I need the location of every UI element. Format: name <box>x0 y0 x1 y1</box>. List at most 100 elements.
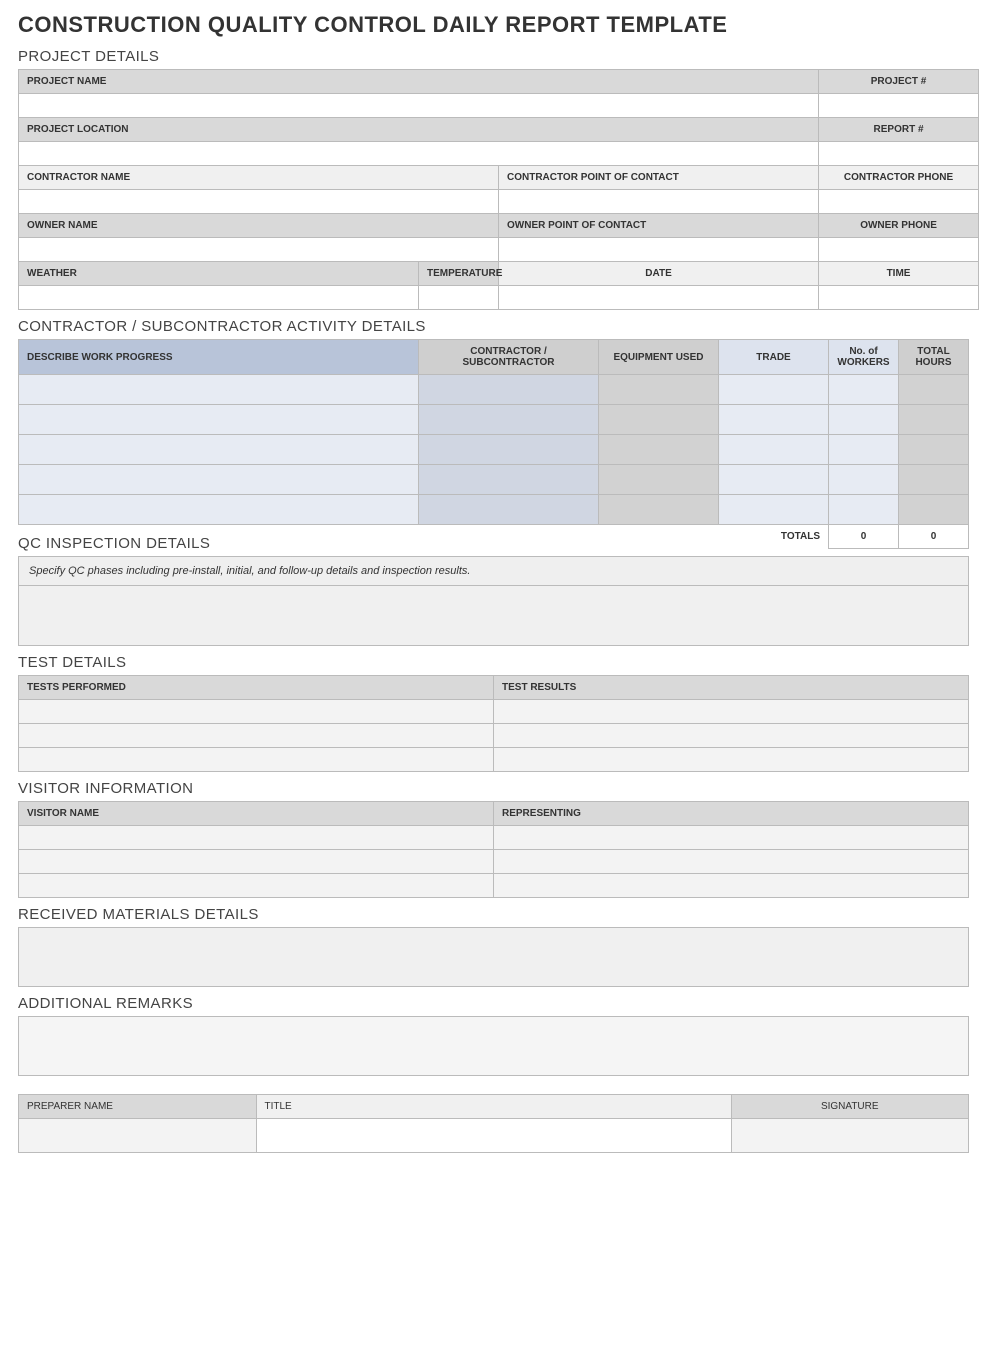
activity-equipment-input[interactable] <box>599 435 719 465</box>
weather-input[interactable] <box>19 286 419 310</box>
test-results-input[interactable] <box>494 748 969 772</box>
contractor-poc-input[interactable] <box>499 190 819 214</box>
activity-progress-input[interactable] <box>19 405 419 435</box>
contractor-phone-input[interactable] <box>819 190 979 214</box>
section-materials: RECEIVED MATERIALS DETAILS <box>18 906 969 923</box>
activity-row <box>19 375 969 405</box>
activity-header-trade: TRADE <box>719 340 829 375</box>
activity-workers-input[interactable] <box>829 495 899 525</box>
project-name-label: PROJECT NAME <box>19 70 819 94</box>
contractor-phone-label: CONTRACTOR PHONE <box>819 166 979 190</box>
owner-name-input[interactable] <box>19 238 499 262</box>
section-test: TEST DETAILS <box>18 654 969 671</box>
activity-contractor-input[interactable] <box>419 405 599 435</box>
section-qc: QC INSPECTION DETAILS <box>18 535 969 552</box>
visitor-rep-input[interactable] <box>494 826 969 850</box>
visitor-rep-input[interactable] <box>494 874 969 898</box>
activity-workers-input[interactable] <box>829 405 899 435</box>
contractor-name-label: CONTRACTOR NAME <box>19 166 499 190</box>
qc-note: Specify QC phases including pre-install,… <box>19 557 969 586</box>
preparer-input[interactable] <box>19 1119 257 1153</box>
materials-body-input[interactable] <box>18 927 969 987</box>
test-results-input[interactable] <box>494 700 969 724</box>
project-name-input[interactable] <box>19 94 819 118</box>
test-performed-input[interactable] <box>19 724 494 748</box>
remarks-body-input[interactable] <box>18 1016 969 1076</box>
owner-name-label: OWNER NAME <box>19 214 499 238</box>
report-number-input[interactable] <box>819 142 979 166</box>
activity-contractor-input[interactable] <box>419 465 599 495</box>
owner-poc-label: OWNER POINT OF CONTACT <box>499 214 819 238</box>
activity-workers-input[interactable] <box>829 375 899 405</box>
activity-hours-input[interactable] <box>899 405 969 435</box>
activity-table: DESCRIBE WORK PROGRESS CONTRACTOR / SUBC… <box>18 339 969 549</box>
visitor-table: VISITOR NAME REPRESENTING <box>18 801 969 898</box>
project-location-input[interactable] <box>19 142 819 166</box>
activity-trade-input[interactable] <box>719 375 829 405</box>
owner-phone-input[interactable] <box>819 238 979 262</box>
activity-equipment-input[interactable] <box>599 375 719 405</box>
time-input[interactable] <box>819 286 979 310</box>
activity-workers-input[interactable] <box>829 465 899 495</box>
owner-poc-input[interactable] <box>499 238 819 262</box>
activity-hours-input[interactable] <box>899 495 969 525</box>
preparer-label: PREPARER NAME <box>19 1095 257 1119</box>
visitor-header-rep: REPRESENTING <box>494 802 969 826</box>
date-label: DATE <box>499 262 819 286</box>
activity-trade-input[interactable] <box>719 465 829 495</box>
date-input[interactable] <box>499 286 819 310</box>
activity-row <box>19 465 969 495</box>
activity-equipment-input[interactable] <box>599 465 719 495</box>
title-input[interactable] <box>256 1119 731 1153</box>
activity-hours-input[interactable] <box>899 435 969 465</box>
activity-trade-input[interactable] <box>719 435 829 465</box>
page-title: CONSTRUCTION QUALITY CONTROL DAILY REPOR… <box>18 12 969 38</box>
temperature-input[interactable] <box>419 286 499 310</box>
activity-row <box>19 405 969 435</box>
signature-input[interactable] <box>731 1119 969 1153</box>
activity-equipment-input[interactable] <box>599 405 719 435</box>
activity-row <box>19 495 969 525</box>
visitor-name-input[interactable] <box>19 850 494 874</box>
activity-progress-input[interactable] <box>19 435 419 465</box>
test-results-input[interactable] <box>494 724 969 748</box>
project-number-input[interactable] <box>819 94 979 118</box>
activity-trade-input[interactable] <box>719 495 829 525</box>
activity-header-contractor: CONTRACTOR / SUBCONTRACTOR <box>419 340 599 375</box>
activity-header-hours: TOTAL HOURS <box>899 340 969 375</box>
project-location-label: PROJECT LOCATION <box>19 118 819 142</box>
section-visitor: VISITOR INFORMATION <box>18 780 969 797</box>
activity-trade-input[interactable] <box>719 405 829 435</box>
visitor-name-input[interactable] <box>19 874 494 898</box>
test-header-performed: TESTS PERFORMED <box>19 676 494 700</box>
project-number-label: PROJECT # <box>819 70 979 94</box>
signature-label: SIGNATURE <box>731 1095 969 1119</box>
visitor-name-input[interactable] <box>19 826 494 850</box>
report-number-label: REPORT # <box>819 118 979 142</box>
project-details-table: PROJECT NAME PROJECT # PROJECT LOCATION … <box>18 69 979 310</box>
activity-contractor-input[interactable] <box>419 435 599 465</box>
activity-row <box>19 435 969 465</box>
visitor-rep-input[interactable] <box>494 850 969 874</box>
visitor-row <box>19 826 969 850</box>
visitor-header-name: VISITOR NAME <box>19 802 494 826</box>
contractor-name-input[interactable] <box>19 190 499 214</box>
test-performed-input[interactable] <box>19 700 494 724</box>
test-performed-input[interactable] <box>19 748 494 772</box>
activity-workers-input[interactable] <box>829 435 899 465</box>
qc-body-input[interactable] <box>19 586 969 646</box>
activity-contractor-input[interactable] <box>419 375 599 405</box>
test-table: TESTS PERFORMED TEST RESULTS <box>18 675 969 772</box>
activity-equipment-input[interactable] <box>599 495 719 525</box>
activity-hours-input[interactable] <box>899 465 969 495</box>
test-row <box>19 724 969 748</box>
activity-progress-input[interactable] <box>19 495 419 525</box>
time-label: TIME <box>819 262 979 286</box>
activity-progress-input[interactable] <box>19 375 419 405</box>
qc-table: Specify QC phases including pre-install,… <box>18 556 969 646</box>
activity-progress-input[interactable] <box>19 465 419 495</box>
activity-hours-input[interactable] <box>899 375 969 405</box>
activity-contractor-input[interactable] <box>419 495 599 525</box>
weather-label: WEATHER <box>19 262 419 286</box>
section-project-details: PROJECT DETAILS <box>18 48 969 65</box>
